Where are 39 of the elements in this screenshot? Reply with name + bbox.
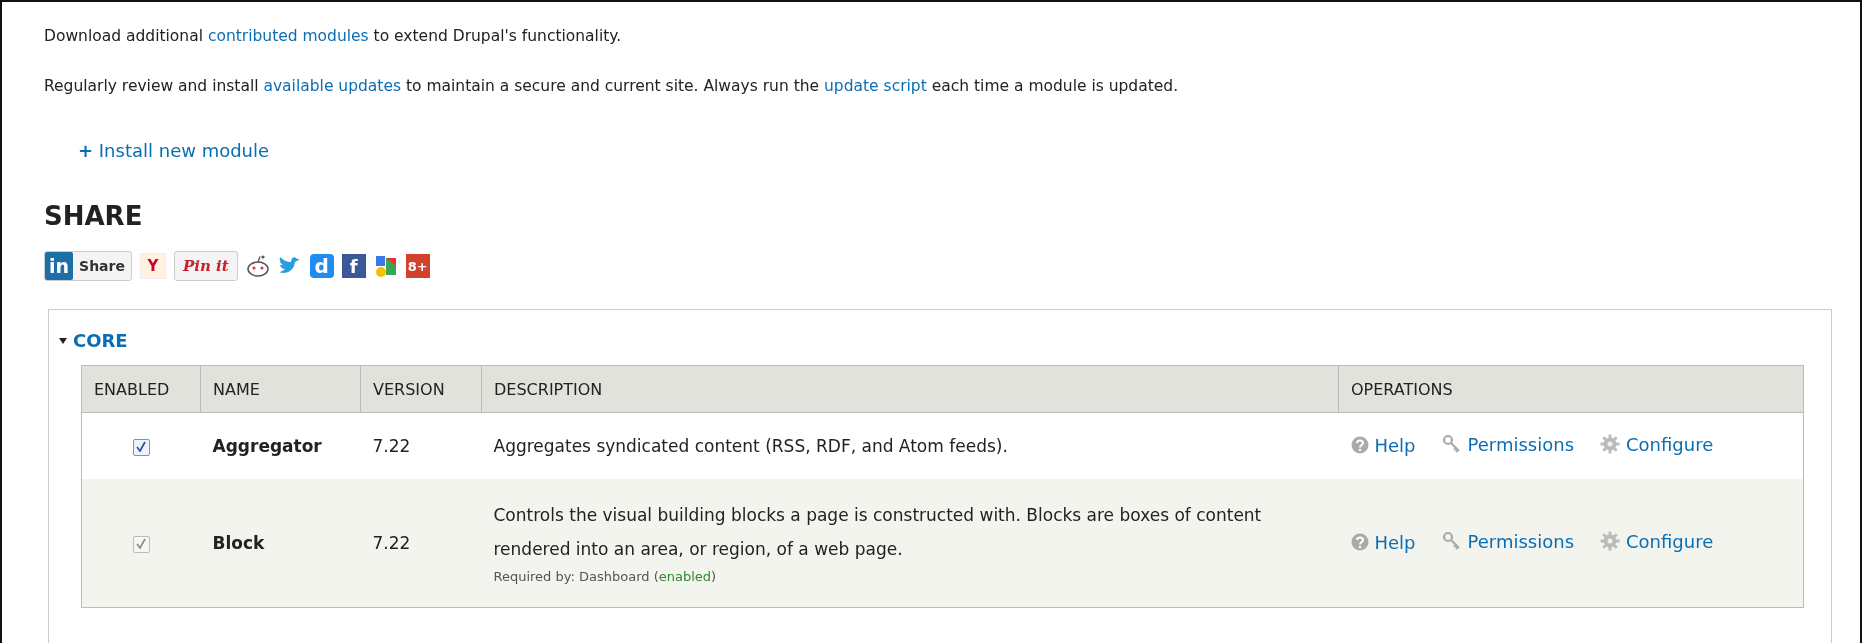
module-name: Block <box>212 533 265 553</box>
text-link[interactable]: contributed modules <box>207 27 369 45</box>
google-plus-icon[interactable]: 8+ <box>405 254 430 278</box>
module-version: 7.22 <box>372 533 411 553</box>
key-icon <box>1441 434 1462 455</box>
yahoo-icon[interactable]: Y <box>139 253 166 279</box>
column-header: OPERATIONS <box>1338 365 1804 413</box>
bird-icon[interactable] <box>277 256 302 276</box>
help-link[interactable]: Help <box>1350 434 1416 456</box>
gear-icon <box>1600 434 1620 455</box>
configure-link[interactable]: Configure <box>1600 433 1714 455</box>
help-icon <box>1350 436 1369 455</box>
share-heading: SHARE <box>44 201 144 231</box>
module-description: Controls the visual building blocks a page is constructed with. Blocks are boxes of content rendered into an area, or region, of a web page. <box>493 504 1263 561</box>
help-icon <box>1350 533 1369 552</box>
enable-checkbox[interactable] <box>132 438 150 456</box>
text-link[interactable]: update script <box>824 77 927 95</box>
required-by-note: Required by: Dashboard (enabled) <box>493 568 718 586</box>
module-version: 7.22 <box>372 436 411 456</box>
install-module-link[interactable]: + Install new module <box>78 140 270 161</box>
permissions-link[interactable]: Permissions <box>1441 433 1574 455</box>
intro-text: Download additional contributed modules to extend Drupal's functionality. <box>44 26 623 46</box>
bookmark-icon[interactable] <box>373 254 398 278</box>
reddit-icon[interactable] <box>245 255 270 277</box>
module-name: Aggregator <box>212 436 322 456</box>
key-icon <box>1441 531 1462 552</box>
text-link[interactable]: available updates <box>263 77 402 95</box>
facebook-icon[interactable]: f <box>341 254 366 278</box>
column-header: DESCRIPTION <box>481 365 1339 413</box>
linkedin-share-button[interactable]: in Share <box>44 251 132 281</box>
module-description: Aggregates syndicated content (RSS, RDF, and Atom feeds). <box>493 435 1009 458</box>
digg-icon[interactable]: d <box>309 254 334 278</box>
gear-icon <box>1600 531 1620 552</box>
intro-text: Regularly review and install available updates to maintain a secure and current site. Always run the update script each time a module is updated. <box>44 76 1180 96</box>
core-fieldset-toggle[interactable]: CORE <box>59 330 128 351</box>
column-header: VERSION <box>360 365 482 413</box>
column-header: NAME <box>200 365 361 413</box>
pinterest-button[interactable]: Pin it <box>173 251 238 281</box>
column-header: ENABLED <box>81 365 201 413</box>
